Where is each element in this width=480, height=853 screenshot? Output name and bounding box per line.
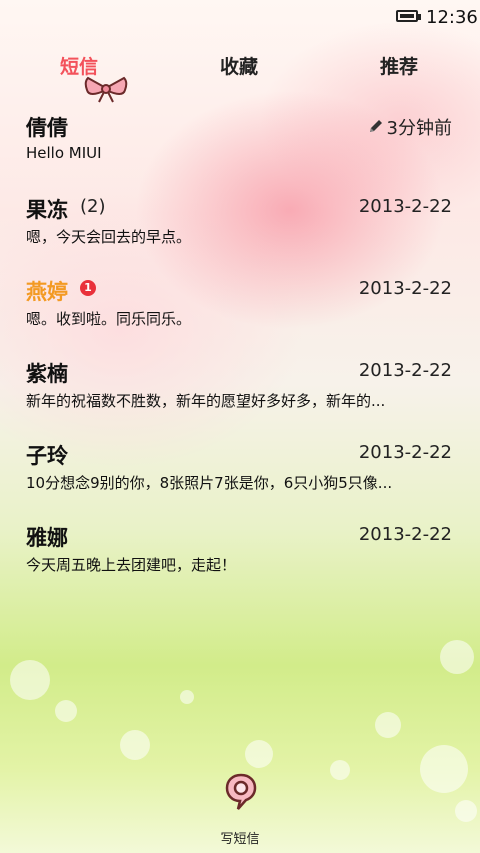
bokeh-decoration — [375, 712, 401, 738]
bokeh-decoration — [120, 730, 150, 760]
bokeh-decoration — [55, 700, 77, 722]
compose-message-icon — [225, 773, 257, 810]
bokeh-decoration — [245, 740, 273, 768]
thread-time: 2013-2-22 — [358, 196, 452, 217]
thread-row[interactable]: 子玲 2013-2-22 10分想念9别的你，8张照片7张是你，6只小狗5只像.… — [0, 424, 480, 504]
contact-name: 倩倩 — [26, 116, 68, 140]
contact-name: 子玲 — [26, 444, 68, 468]
bokeh-decoration — [440, 640, 474, 674]
message-preview: 嗯。收到啦。同乐同乐。 — [26, 310, 192, 328]
unread-badge: 1 — [80, 280, 96, 296]
contact-name: 果冻 — [26, 198, 68, 222]
tab-recommended[interactable]: 推荐 — [380, 52, 418, 79]
message-preview: 今天周五晚上去团建吧，走起！ — [26, 556, 237, 574]
thread-time: 3分钟前 — [386, 118, 452, 139]
status-bar: 12:36 — [0, 0, 480, 36]
compose-button[interactable]: 写短信 — [0, 768, 480, 853]
status-time: 12:36 — [426, 7, 478, 28]
message-preview: Hello MIUI — [26, 144, 102, 162]
thread-row[interactable]: 燕婷 1 2013-2-22 嗯。收到啦。同乐同乐。 — [0, 260, 480, 340]
draft-pencil-icon — [370, 120, 382, 132]
tab-favorites[interactable]: 收藏 — [220, 52, 258, 79]
thread-time: 2013-2-22 — [358, 278, 452, 299]
contact-name: 紫楠 — [26, 362, 68, 386]
message-preview: 10分想念9别的你，8张照片7张是你，6只小狗5只像... — [26, 474, 393, 492]
bokeh-decoration — [10, 660, 50, 700]
thread-row[interactable]: 倩倩 3分钟前 Hello MIUI — [0, 96, 480, 176]
contact-name: 雅娜 — [26, 526, 68, 550]
bokeh-decoration — [180, 690, 194, 704]
thread-row[interactable]: 紫楠 2013-2-22 新年的祝福数不胜数，新年的愿望好多好多，新年的... — [0, 342, 480, 422]
compose-label: 写短信 — [220, 832, 260, 847]
tab-bar: 短信 收藏 推荐 — [0, 36, 480, 103]
thread-time: 2013-2-22 — [358, 360, 452, 381]
battery-full-icon — [396, 10, 421, 22]
thread-time: 2013-2-22 — [358, 524, 452, 545]
message-count: (2) — [80, 196, 106, 217]
message-preview: 新年的祝福数不胜数，新年的愿望好多好多，新年的... — [26, 392, 386, 410]
contact-name: 燕婷 — [26, 280, 68, 304]
message-preview: 嗯，今天会回去的早点。 — [26, 228, 192, 246]
thread-time: 2013-2-22 — [358, 442, 452, 463]
thread-row[interactable]: 果冻 (2) 2013-2-22 嗯，今天会回去的早点。 — [0, 178, 480, 258]
thread-row[interactable]: 雅娜 2013-2-22 今天周五晚上去团建吧，走起！ — [0, 506, 480, 586]
